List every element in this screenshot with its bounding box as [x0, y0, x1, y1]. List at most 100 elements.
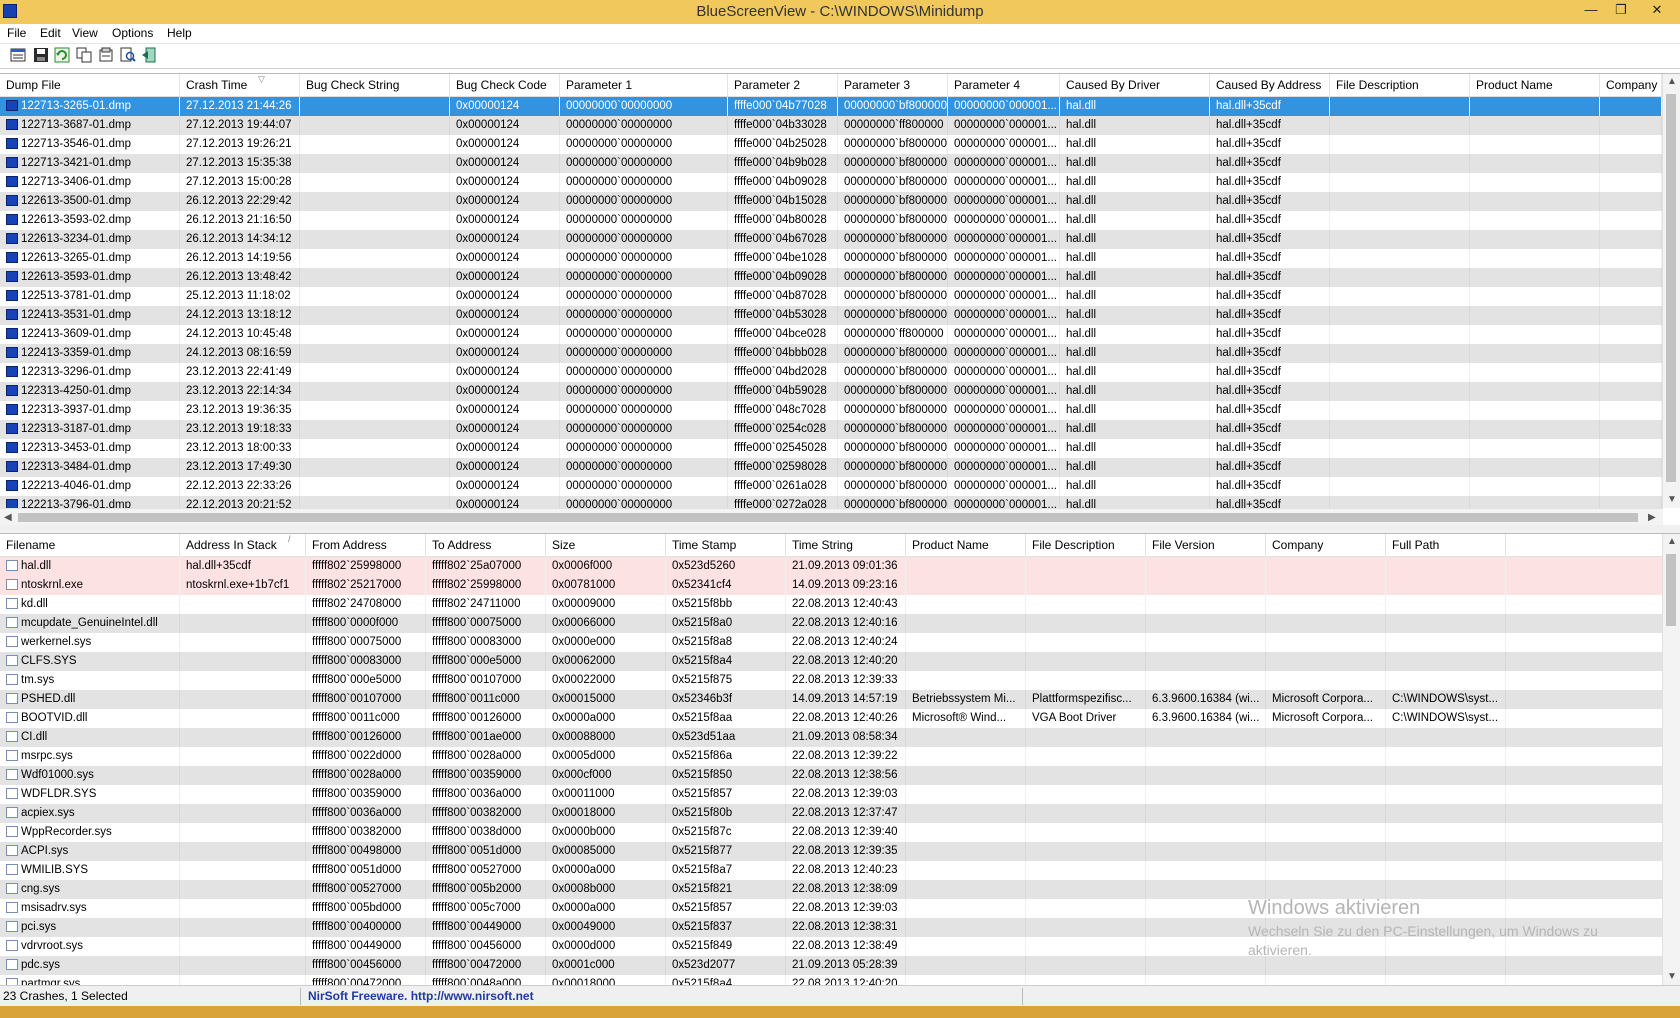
cell-product-name [1470, 287, 1600, 306]
column-header-caused-by-address[interactable]: Caused By Address [1210, 74, 1330, 96]
driver-row[interactable]: WMILIB.SYS fffff800`0051d000 fffff800`0052… [0, 861, 1662, 880]
scroll-up-icon[interactable]: ▲ [1667, 76, 1677, 87]
options-icon[interactable] [98, 47, 114, 63]
refresh-icon[interactable] [54, 47, 70, 63]
driver-row[interactable]: kd.dll fffff802`24708000 fffff802`24711000… [0, 595, 1662, 614]
driver-row[interactable]: PSHED.dll fffff800`00107000 fffff800`0011c… [0, 690, 1662, 709]
scroll-down-icon[interactable]: ▼ [1667, 971, 1677, 982]
driver-row[interactable]: WDFLDR.SYS fffff800`00359000 fffff800`0036… [0, 785, 1662, 804]
crash-list-vertical-scrollbar[interactable]: ▲ ▼ [1662, 74, 1680, 508]
column-header-parameter-3[interactable]: Parameter 3 [838, 74, 948, 96]
driver-row[interactable]: ntoskrnl.exe ntoskrnl.exe+1b7cf1 fffff802`… [0, 576, 1662, 595]
column-header-caused-by-driver[interactable]: Caused By Driver [1060, 74, 1210, 96]
column-header-product-name[interactable]: Product Name [906, 534, 1026, 556]
crash-row[interactable]: 122513-3781-01.dmp 25.12.2013 11:18:02 0x0… [0, 287, 1662, 306]
cell-address-in-stack [180, 633, 306, 652]
copy-icon[interactable] [76, 47, 92, 63]
driver-row[interactable]: CI.dll fffff800`00126000 fffff800`001ae000… [0, 728, 1662, 747]
find-icon[interactable] [120, 47, 136, 63]
driver-row[interactable]: ACPI.sys fffff800`00498000 fffff800`0051d0… [0, 842, 1662, 861]
driver-row[interactable]: werkernel.sys fffff800`00075000 fffff800`0… [0, 633, 1662, 652]
scroll-left-icon[interactable]: ◀ [4, 512, 12, 523]
column-header-filename[interactable]: Filename [0, 534, 180, 556]
column-header-file-description[interactable]: File Description [1026, 534, 1146, 556]
crash-row[interactable]: 122313-3296-01.dmp 23.12.2013 22:41:49 0x0… [0, 363, 1662, 382]
crash-row[interactable]: 122313-4250-01.dmp 23.12.2013 22:14:34 0x0… [0, 382, 1662, 401]
driver-row[interactable]: partmgr.sys fffff800`00472000 fffff800`004… [0, 975, 1662, 985]
crash-list-horizontal-scrollbar[interactable]: ◀ ▶ [0, 508, 1663, 526]
crash-row[interactable]: 122413-3609-01.dmp 24.12.2013 10:45:48 0x0… [0, 325, 1662, 344]
crash-row[interactable]: 122713-3421-01.dmp 27.12.2013 15:35:38 0x0… [0, 154, 1662, 173]
minimize-button[interactable]: — [1580, 2, 1602, 20]
crash-row[interactable]: 122313-3937-01.dmp 23.12.2013 19:36:35 0x0… [0, 401, 1662, 420]
exit-icon[interactable] [141, 47, 157, 63]
menu-file[interactable]: File [7, 26, 26, 40]
restore-button[interactable]: ❐ [1610, 2, 1632, 20]
column-header-time-string[interactable]: Time String [786, 534, 906, 556]
driver-row[interactable]: hal.dll hal.dll+35cdf fffff802`25998000 fff… [0, 557, 1662, 576]
column-header-from-address[interactable]: From Address [306, 534, 426, 556]
column-header-bug-check-code[interactable]: Bug Check Code [450, 74, 560, 96]
scroll-thumb[interactable] [1666, 94, 1676, 482]
crash-row[interactable]: 122613-3593-02.dmp 26.12.2013 21:16:50 0x0… [0, 211, 1662, 230]
pane-splitter[interactable] [0, 525, 1680, 533]
scroll-thumb[interactable] [18, 513, 1638, 522]
cell-product-name [906, 804, 1026, 823]
driver-list-vertical-scrollbar[interactable]: ▲ ▼ [1662, 534, 1680, 985]
scroll-down-icon[interactable]: ▼ [1667, 494, 1677, 505]
column-header-parameter-4[interactable]: Parameter 4 [948, 74, 1060, 96]
cell-to-address: fffff800`00126000 [426, 709, 546, 728]
menu-edit[interactable]: Edit [40, 26, 61, 40]
menu-options[interactable]: Options [112, 26, 153, 40]
driver-row[interactable]: msrpc.sys fffff800`0022d000 fffff800`0028a… [0, 747, 1662, 766]
driver-row[interactable]: BOOTVID.dll fffff800`0011c000 fffff800`001… [0, 709, 1662, 728]
column-header-to-address[interactable]: To Address [426, 534, 546, 556]
column-header-file-version[interactable]: File Version [1146, 534, 1266, 556]
cell-full-path [1386, 804, 1506, 823]
crash-row[interactable]: 122713-3265-01.dmp 27.12.2013 21:44:26 0x0… [0, 97, 1662, 116]
scroll-thumb[interactable] [1666, 554, 1676, 626]
driver-row[interactable]: tm.sys fffff800`000e5000 fffff800`00107000… [0, 671, 1662, 690]
driver-row[interactable]: Wdf01000.sys fffff800`0028a000 fffff800`00… [0, 766, 1662, 785]
scroll-right-icon[interactable]: ▶ [1648, 512, 1656, 523]
crash-row[interactable]: 122713-3406-01.dmp 27.12.2013 15:00:28 0x0… [0, 173, 1662, 192]
save-icon[interactable] [33, 47, 49, 63]
crash-list[interactable]: Dump File Crash Time Bug Check String Bug C… [0, 73, 1680, 526]
crash-row[interactable]: 122313-3453-01.dmp 23.12.2013 18:00:33 0x0… [0, 439, 1662, 458]
column-header-file-description[interactable]: File Description [1330, 74, 1470, 96]
column-header-time-stamp[interactable]: Time Stamp [666, 534, 786, 556]
menu-view[interactable]: View [72, 26, 98, 40]
properties-icon[interactable] [10, 47, 26, 63]
column-header-parameter-2[interactable]: Parameter 2 [728, 74, 838, 96]
column-header-product-name[interactable]: Product Name [1470, 74, 1600, 96]
close-button[interactable]: ✕ [1646, 2, 1668, 20]
nirsoft-link[interactable]: NirSoft Freeware. http://www.nirsoft.net [308, 989, 534, 1003]
driver-row[interactable]: WppRecorder.sys fffff800`00382000 fffff800… [0, 823, 1662, 842]
column-header-size[interactable]: Size [546, 534, 666, 556]
crash-row[interactable]: 122713-3546-01.dmp 27.12.2013 19:26:21 0x0… [0, 135, 1662, 154]
column-header-company[interactable]: Company [1266, 534, 1386, 556]
crash-row[interactable]: 122613-3593-01.dmp 26.12.2013 13:48:42 0x0… [0, 268, 1662, 287]
cell-time-stamp: 0x52341cf4 [666, 576, 786, 595]
column-header-parameter-1[interactable]: Parameter 1 [560, 74, 728, 96]
driver-row[interactable]: CLFS.SYS fffff800`00083000 fffff800`000e50… [0, 652, 1662, 671]
crash-row[interactable]: 122713-3687-01.dmp 27.12.2013 19:44:07 0x0… [0, 116, 1662, 135]
column-header-crash-time[interactable]: Crash Time [180, 74, 300, 96]
column-header-bug-check-string[interactable]: Bug Check String [300, 74, 450, 96]
cell-product-name [906, 766, 1026, 785]
crash-row[interactable]: 122613-3500-01.dmp 26.12.2013 22:29:42 0x0… [0, 192, 1662, 211]
column-header-full-path[interactable]: Full Path [1386, 534, 1506, 556]
menu-help[interactable]: Help [167, 26, 192, 40]
column-header-dump-file[interactable]: Dump File [0, 74, 180, 96]
crash-row[interactable]: 122413-3359-01.dmp 24.12.2013 08:16:59 0x0… [0, 344, 1662, 363]
crash-row[interactable]: 122413-3531-01.dmp 24.12.2013 13:18:12 0x0… [0, 306, 1662, 325]
driver-row[interactable]: mcupdate_GenuineIntel.dll fffff800`0000f0… [0, 614, 1662, 633]
scroll-up-icon[interactable]: ▲ [1667, 536, 1677, 547]
crash-row[interactable]: 122213-4046-01.dmp 22.12.2013 22:33:26 0x0… [0, 477, 1662, 496]
crash-row[interactable]: 122613-3265-01.dmp 26.12.2013 14:19:56 0x0… [0, 249, 1662, 268]
driver-row[interactable]: acpiex.sys fffff800`0036a000 fffff800`0038… [0, 804, 1662, 823]
column-header-company[interactable]: Company [1600, 74, 1662, 96]
crash-row[interactable]: 122613-3234-01.dmp 26.12.2013 14:34:12 0x0… [0, 230, 1662, 249]
crash-row[interactable]: 122313-3484-01.dmp 23.12.2013 17:49:30 0x0… [0, 458, 1662, 477]
crash-row[interactable]: 122313-3187-01.dmp 23.12.2013 19:18:33 0x0… [0, 420, 1662, 439]
